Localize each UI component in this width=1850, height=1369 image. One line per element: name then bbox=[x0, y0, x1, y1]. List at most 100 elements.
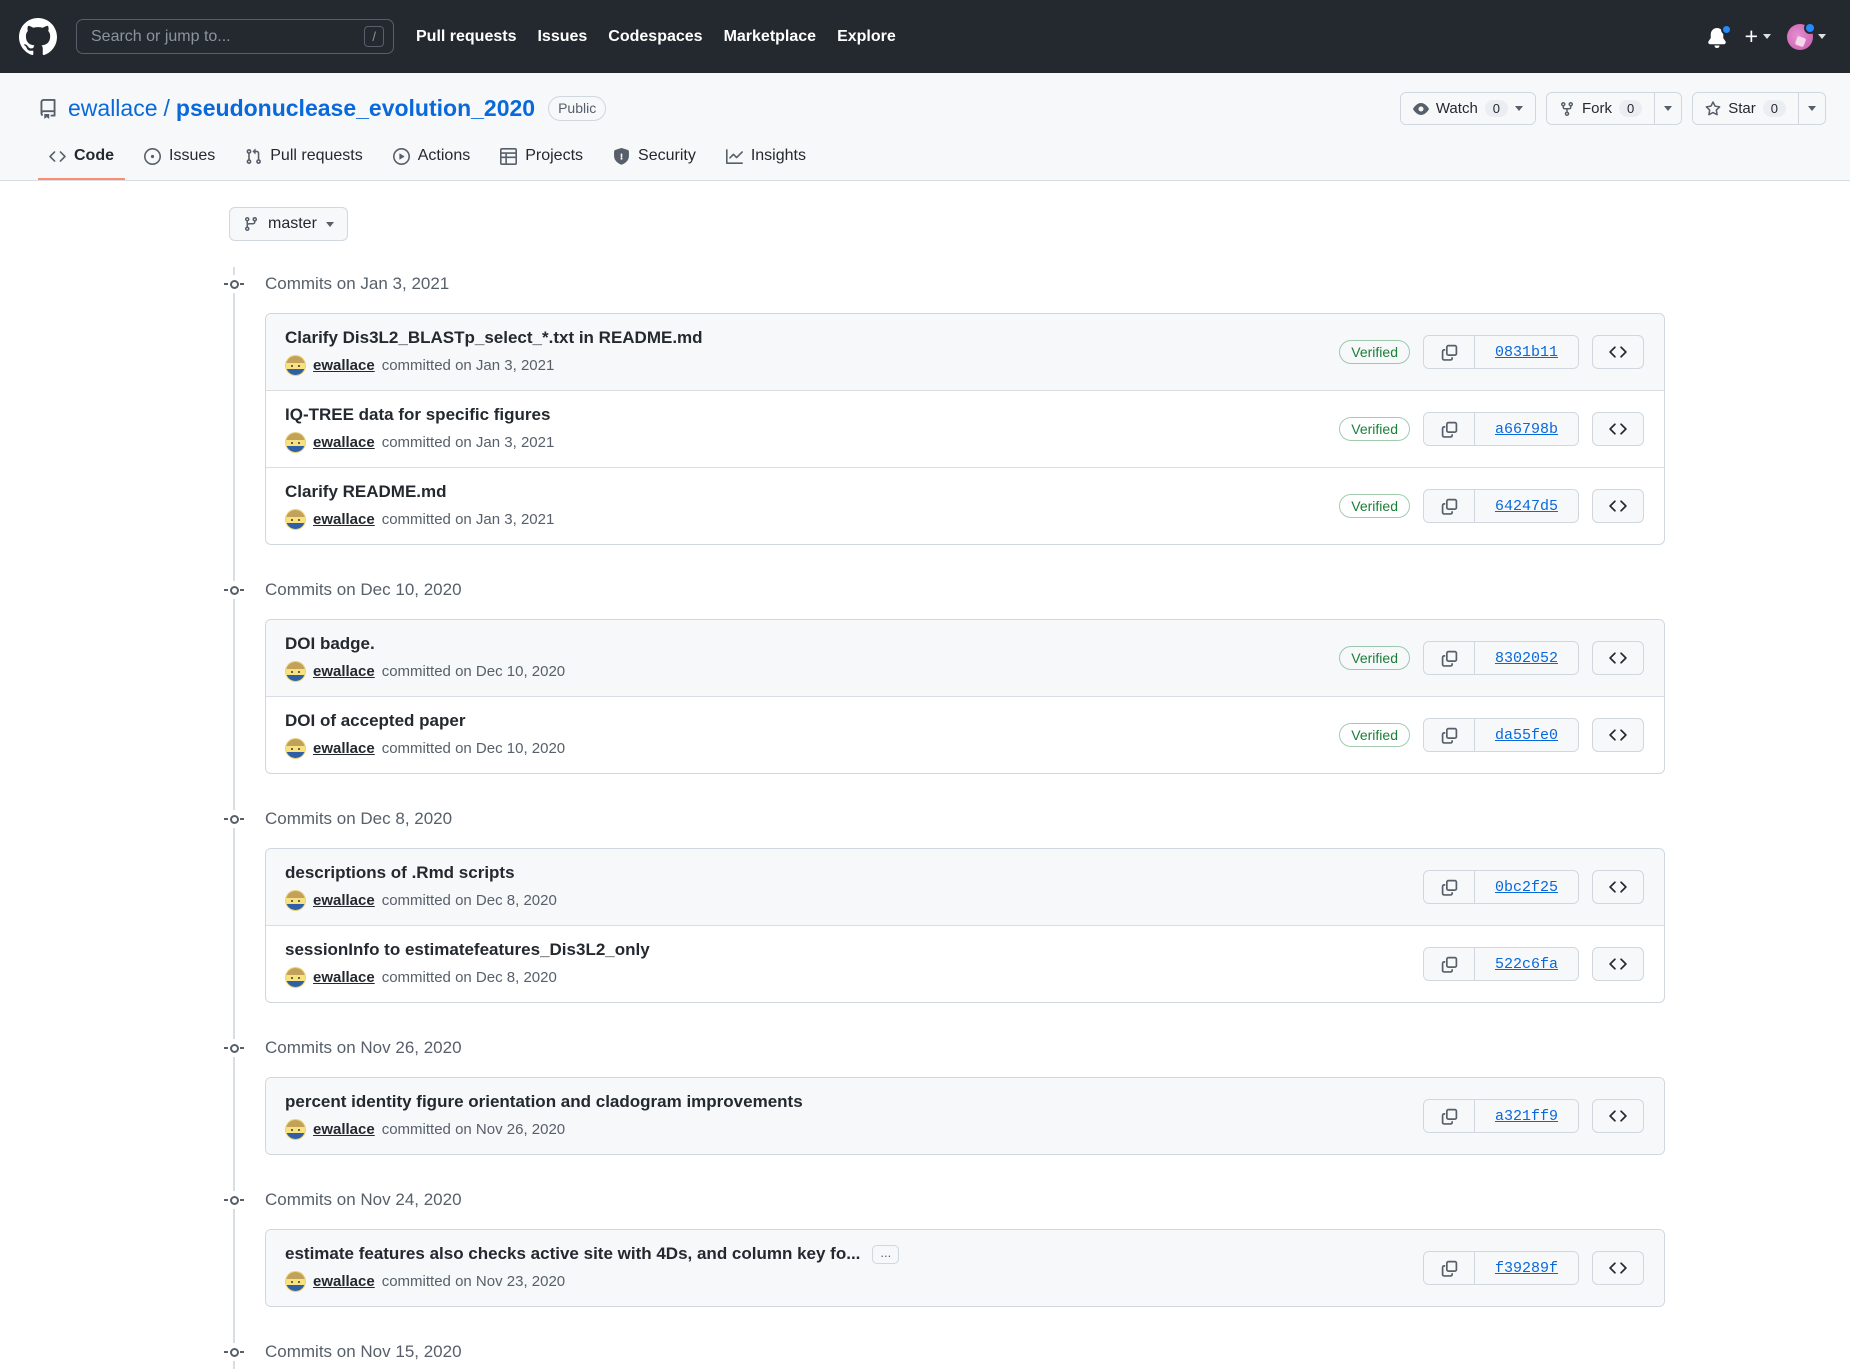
fork-button[interactable]: Fork 0 bbox=[1547, 93, 1655, 124]
browse-repository-button[interactable] bbox=[1592, 1251, 1644, 1286]
commit-sha-link[interactable]: 8302052 bbox=[1474, 642, 1578, 674]
browse-repository-button[interactable] bbox=[1592, 870, 1644, 904]
code-brackets-icon bbox=[1609, 726, 1627, 744]
browse-repository-button[interactable] bbox=[1592, 412, 1644, 446]
commit-author-link[interactable]: ewallace bbox=[313, 740, 375, 757]
commit-row[interactable]: Clarify README.md ewallace committed on … bbox=[266, 467, 1664, 544]
tab-projects[interactable]: Projects bbox=[489, 139, 594, 180]
verified-badge[interactable]: Verified bbox=[1339, 340, 1410, 364]
browse-repository-button[interactable] bbox=[1592, 641, 1644, 675]
commit-sha-link[interactable]: da55fe0 bbox=[1474, 719, 1578, 751]
nav-codespaces[interactable]: Codespaces bbox=[608, 28, 702, 46]
copy-icon[interactable] bbox=[1424, 948, 1474, 980]
commit-title-link[interactable]: DOI badge. bbox=[285, 634, 375, 653]
commit-sha-group: 64247d5 bbox=[1423, 489, 1579, 523]
timeline-node-icon bbox=[224, 1039, 244, 1057]
verified-badge[interactable]: Verified bbox=[1339, 417, 1410, 441]
commit-row[interactable]: IQ-TREE data for specific figures ewalla… bbox=[266, 390, 1664, 467]
github-mark-icon[interactable] bbox=[19, 17, 57, 56]
commit-actions: Verified 8302052 bbox=[1339, 641, 1644, 675]
nav-pull-requests[interactable]: Pull requests bbox=[416, 28, 516, 46]
star-label: Star bbox=[1728, 100, 1756, 117]
commit-timestamp: committed on Nov 26, 2020 bbox=[381, 1121, 566, 1138]
browse-repository-button[interactable] bbox=[1592, 718, 1644, 752]
commit-row[interactable]: estimate features also checks active sit… bbox=[266, 1230, 1664, 1307]
copy-icon[interactable] bbox=[1424, 1252, 1474, 1285]
commit-title-link[interactable]: descriptions of .Rmd scripts bbox=[285, 863, 515, 882]
commit-row[interactable]: sessionInfo to estimatefeatures_Dis3L2_o… bbox=[266, 925, 1664, 1002]
chevron-down-icon bbox=[1515, 106, 1524, 111]
verified-badge[interactable]: Verified bbox=[1339, 494, 1410, 518]
commit-actions: Verified da55fe0 bbox=[1339, 718, 1644, 752]
copy-icon[interactable] bbox=[1424, 642, 1474, 674]
tab-issues[interactable]: Issues bbox=[133, 139, 226, 180]
commit-group-header: Commits on Jan 3, 2021 bbox=[195, 267, 1670, 301]
copy-icon[interactable] bbox=[1424, 336, 1474, 368]
commit-sha-link[interactable]: a321ff9 bbox=[1474, 1100, 1578, 1132]
tab-pull-requests[interactable]: Pull requests bbox=[234, 139, 374, 180]
commit-row[interactable]: DOI badge. ewallace committed on Dec 10,… bbox=[266, 620, 1664, 696]
commit-author-link[interactable]: ewallace bbox=[313, 1121, 375, 1138]
global-nav: Pull requests Issues Codespaces Marketpl… bbox=[416, 28, 896, 46]
commit-actions: Verified 0831b11 bbox=[1339, 335, 1644, 369]
copy-icon[interactable] bbox=[1424, 490, 1474, 522]
copy-icon[interactable] bbox=[1424, 413, 1474, 445]
commit-title-link[interactable]: Clarify Dis3L2_BLASTp_select_*.txt in RE… bbox=[285, 328, 703, 347]
tab-insights[interactable]: Insights bbox=[715, 139, 817, 180]
commit-sha-group: da55fe0 bbox=[1423, 718, 1579, 752]
commit-title-link[interactable]: percent identity figure orientation and … bbox=[285, 1092, 803, 1111]
commit-author-link[interactable]: ewallace bbox=[313, 663, 375, 680]
browse-repository-button[interactable] bbox=[1592, 947, 1644, 981]
commit-sha-link[interactable]: 0831b11 bbox=[1474, 336, 1578, 368]
tab-security[interactable]: Security bbox=[602, 139, 707, 180]
watch-button[interactable]: Watch 0 bbox=[1400, 93, 1536, 124]
fork-dropdown-button[interactable] bbox=[1654, 93, 1682, 124]
search-input[interactable]: Search or jump to... / bbox=[76, 19, 394, 54]
commit-row[interactable]: descriptions of .Rmd scripts ewallace co… bbox=[266, 849, 1664, 925]
commit-title-link[interactable]: estimate features also checks active sit… bbox=[285, 1244, 860, 1263]
copy-icon[interactable] bbox=[1424, 1100, 1474, 1132]
commit-author-link[interactable]: ewallace bbox=[313, 357, 375, 374]
tab-actions[interactable]: Actions bbox=[382, 139, 481, 180]
issue-opened-icon bbox=[144, 147, 161, 165]
commit-title-link[interactable]: IQ-TREE data for specific figures bbox=[285, 405, 550, 424]
star-dropdown-button[interactable] bbox=[1798, 93, 1825, 124]
commit-sha-link[interactable]: 64247d5 bbox=[1474, 490, 1578, 522]
copy-icon[interactable] bbox=[1424, 871, 1474, 903]
commit-author-link[interactable]: ewallace bbox=[313, 434, 375, 451]
commit-sha-link[interactable]: 0bc2f25 bbox=[1474, 871, 1578, 903]
nav-marketplace[interactable]: Marketplace bbox=[724, 28, 817, 46]
commit-sha-link[interactable]: a66798b bbox=[1474, 413, 1578, 445]
verified-badge[interactable]: Verified bbox=[1339, 646, 1410, 670]
nav-issues[interactable]: Issues bbox=[537, 28, 587, 46]
commit-title-link[interactable]: Clarify README.md bbox=[285, 482, 447, 501]
bell-icon[interactable] bbox=[1707, 23, 1732, 49]
tab-code[interactable]: Code bbox=[38, 139, 125, 180]
expand-commit-message-button[interactable]: ... bbox=[872, 1245, 900, 1265]
commit-title-link[interactable]: sessionInfo to estimatefeatures_Dis3L2_o… bbox=[285, 940, 650, 959]
commit-author-link[interactable]: ewallace bbox=[313, 511, 375, 528]
profile-menu-button[interactable] bbox=[1787, 21, 1826, 50]
verified-badge[interactable]: Verified bbox=[1339, 723, 1410, 747]
commit-row[interactable]: percent identity figure orientation and … bbox=[266, 1078, 1664, 1154]
create-new-button[interactable]: + bbox=[1745, 25, 1771, 48]
browse-repository-button[interactable] bbox=[1592, 1099, 1644, 1133]
nav-explore[interactable]: Explore bbox=[837, 28, 896, 46]
commit-sha-link[interactable]: f39289f bbox=[1474, 1252, 1578, 1285]
copy-icon[interactable] bbox=[1424, 719, 1474, 751]
repo-name-link[interactable]: pseudonuclease_evolution_2020 bbox=[176, 95, 535, 122]
star-button[interactable]: Star 0 bbox=[1693, 93, 1798, 124]
browse-repository-button[interactable] bbox=[1592, 335, 1644, 369]
branch-selector-button[interactable]: master bbox=[229, 207, 348, 241]
commit-author-link[interactable]: ewallace bbox=[313, 969, 375, 986]
commit-sha-link[interactable]: 522c6fa bbox=[1474, 948, 1578, 980]
browse-repository-button[interactable] bbox=[1592, 489, 1644, 523]
repo-owner-link[interactable]: ewallace bbox=[68, 95, 158, 122]
commit-author-link[interactable]: ewallace bbox=[313, 892, 375, 909]
commit-title-link[interactable]: DOI of accepted paper bbox=[285, 711, 465, 730]
commit-meta: ewallace committed on Nov 26, 2020 bbox=[285, 1119, 1423, 1140]
commit-row[interactable]: DOI of accepted paper ewallace committed… bbox=[266, 696, 1664, 773]
commit-group: Commits on Nov 15, 2020 bbox=[195, 1335, 1670, 1369]
commit-row[interactable]: Clarify Dis3L2_BLASTp_select_*.txt in RE… bbox=[266, 314, 1664, 390]
commit-author-link[interactable]: ewallace bbox=[313, 1273, 375, 1290]
